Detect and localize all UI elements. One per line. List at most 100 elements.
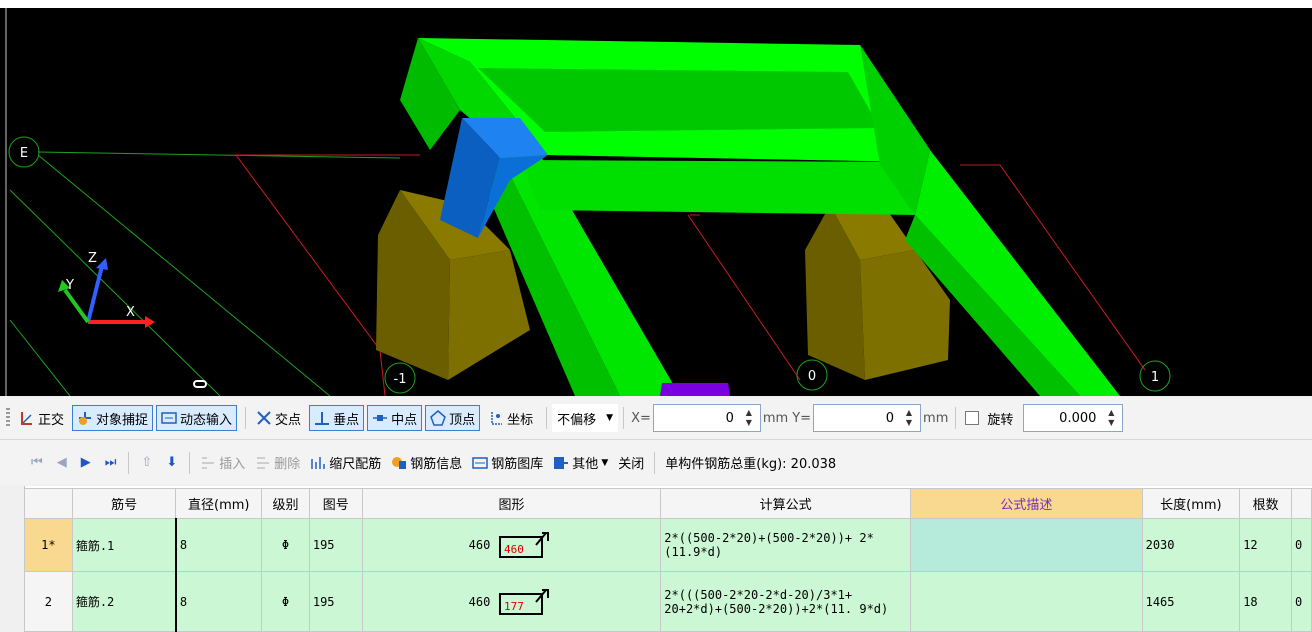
- scale-rebar-button[interactable]: 缩尺配筋: [310, 453, 381, 472]
- length-cell[interactable]: 2030: [1141, 518, 1241, 572]
- midpoint-icon: [372, 410, 388, 426]
- move-down-icon[interactable]: ⬇: [166, 455, 177, 470]
- ortho-label: 正交: [38, 412, 65, 428]
- col-header-length[interactable]: 长度(mm): [1141, 488, 1241, 519]
- extra-cell[interactable]: 0: [1290, 518, 1312, 572]
- y-input-value: 0: [885, 410, 895, 426]
- formula-cell[interactable]: 2*(((500-2*20-2*d-20)/3*1+ 20+2*d)+(500-…: [660, 571, 912, 632]
- rotate-input[interactable]: 0.000 ▲ ▼: [1023, 404, 1124, 432]
- col-header-figure-no[interactable]: 图号: [308, 488, 363, 519]
- y-label: Y=: [792, 410, 812, 426]
- vertex-button[interactable]: 顶点: [425, 405, 481, 431]
- rebar-library-icon: [472, 455, 489, 471]
- shape-cell[interactable]: 460 460: [361, 518, 662, 572]
- ortho-button[interactable]: 正交: [14, 405, 69, 431]
- x-unit: mm: [762, 410, 789, 426]
- 3d-viewport[interactable]: E -1 0 1 X Y Z: [0, 0, 1312, 396]
- rebar-info-icon: [391, 455, 407, 471]
- intersection-label: 交点: [275, 412, 302, 428]
- table-row[interactable]: 2 箍筋.2 8 Φ 195 460 177 2*(((500-2*20-2*d…: [24, 571, 1312, 632]
- svg-text:Z: Z: [88, 251, 97, 266]
- col-header-bar-no[interactable]: 筋号: [71, 488, 177, 519]
- table-row[interactable]: 1* 箍筋.1 8 Φ 195 460 460 2*((500-2*20)+(5…: [24, 518, 1312, 572]
- rebar-library-button[interactable]: 钢筋图库: [472, 453, 543, 472]
- col-header-formula-desc[interactable]: 公式描述: [910, 488, 1143, 519]
- row-number[interactable]: 1*: [24, 518, 73, 572]
- col-header-count[interactable]: 根数: [1239, 488, 1292, 519]
- close-panel-button[interactable]: 关闭: [618, 453, 644, 472]
- diameter-cell[interactable]: 8: [174, 571, 263, 632]
- total-weight-text: 单构件钢筋总重(kg): 20.038: [665, 457, 837, 472]
- col-header-formula[interactable]: 计算公式: [660, 488, 912, 519]
- object-snap-button[interactable]: 对象捕捉: [72, 405, 154, 431]
- rotate-spinner-icon[interactable]: ▲ ▼: [1108, 408, 1114, 428]
- col-header-diameter[interactable]: 直径(mm): [175, 488, 263, 519]
- intersection-icon: [256, 410, 272, 426]
- formula-desc-cell[interactable]: [910, 571, 1143, 632]
- other-menu-button[interactable]: 其他 ▼: [553, 453, 608, 472]
- grade-cell[interactable]: Φ: [261, 571, 310, 632]
- snap-toolbar: 正交 对象捕捉 动态输入 交点 垂点 中点 顶点 坐标 不偏移 ▼ X= 0 ▲…: [0, 397, 1312, 440]
- coordinate-icon: [488, 410, 504, 426]
- midpoint-button[interactable]: 中点: [367, 405, 423, 431]
- stirrup-shape-icon: 177: [499, 588, 550, 615]
- col-header-grade[interactable]: 级别: [261, 488, 310, 519]
- vertex-icon: [430, 410, 446, 426]
- count-cell[interactable]: 12: [1239, 518, 1292, 572]
- figure-no-cell[interactable]: 195: [308, 518, 363, 572]
- bar-name-cell[interactable]: 箍筋.2: [71, 571, 177, 632]
- y-spinner-icon[interactable]: ▲ ▼: [906, 408, 912, 428]
- offset-select[interactable]: 不偏移 ▼: [552, 404, 619, 432]
- rebar-panel-toolbar: ⏮ ◀ ▶ ⏭ ⇧ ⬇ 插入 删除 缩尺配筋 钢筋信息 钢筋图库 其他 ▼ 关闭…: [0, 440, 1312, 485]
- object-snap-label: 对象捕捉: [96, 412, 149, 428]
- diameter-cell[interactable]: 8: [174, 518, 263, 572]
- delete-button[interactable]: 删除: [255, 453, 300, 472]
- midpoint-label: 中点: [391, 412, 418, 428]
- toolbar-grip[interactable]: [6, 408, 10, 428]
- count-cell[interactable]: 18: [1239, 571, 1292, 632]
- col-header-rownum: [24, 488, 73, 519]
- insert-label: 插入: [219, 457, 246, 472]
- dropdown-arrow-icon: ▼: [601, 457, 609, 468]
- coordinate-button[interactable]: 坐标: [483, 405, 538, 431]
- last-record-icon[interactable]: ⏭: [105, 455, 117, 470]
- perpendicular-button[interactable]: 垂点: [309, 405, 365, 431]
- svg-text:0: 0: [808, 369, 816, 384]
- rebar-info-button[interactable]: 钢筋信息: [391, 453, 462, 472]
- delete-label: 删除: [274, 457, 301, 472]
- next-record-icon[interactable]: ▶: [81, 455, 91, 470]
- insert-button[interactable]: 插入: [200, 453, 245, 472]
- shape-cell[interactable]: 460 177: [361, 571, 662, 632]
- extra-cell[interactable]: 0: [1290, 571, 1312, 632]
- x-input[interactable]: 0 ▲ ▼: [652, 404, 761, 432]
- chevron-down-icon: ▼: [606, 413, 614, 423]
- scene-canvas[interactable]: E -1 0 1 X Y Z: [0, 0, 1312, 396]
- formula-desc-cell[interactable]: [910, 518, 1143, 572]
- y-input[interactable]: 0 ▲ ▼: [813, 404, 922, 432]
- grade-cell[interactable]: Φ: [261, 518, 310, 572]
- col-header-extra[interactable]: [1290, 488, 1312, 519]
- move-up-icon[interactable]: ⇧: [141, 455, 152, 470]
- length-cell[interactable]: 1465: [1141, 571, 1241, 632]
- col-header-shape[interactable]: 图形: [361, 488, 662, 519]
- rotate-checkbox[interactable]: [965, 411, 980, 425]
- dynamic-input-label: 动态输入: [180, 412, 233, 428]
- first-record-icon[interactable]: ⏮: [31, 455, 43, 470]
- svg-text:177: 177: [504, 600, 524, 613]
- dynamic-input-button[interactable]: 动态输入: [156, 405, 238, 431]
- shape-width: 460: [468, 594, 491, 609]
- intersection-button[interactable]: 交点: [251, 405, 306, 431]
- x-label: X=: [631, 410, 651, 426]
- table-header-row: 筋号 直径(mm) 级别 图号 图形 计算公式 公式描述 长度(mm) 根数: [24, 488, 1312, 519]
- formula-cell[interactable]: 2*((500-2*20)+(500-2*20))+ 2*(11.9*d): [660, 518, 912, 572]
- other-menu-label: 其他: [572, 457, 599, 472]
- prev-record-icon[interactable]: ◀: [57, 455, 67, 470]
- bar-name-cell[interactable]: 箍筋.1: [71, 518, 177, 572]
- x-spinner-icon[interactable]: ▲ ▼: [746, 408, 752, 428]
- row-number[interactable]: 2: [24, 571, 73, 632]
- y-unit: mm: [923, 410, 949, 426]
- scale-rebar-label: 缩尺配筋: [329, 457, 382, 472]
- close-panel-label: 关闭: [618, 457, 645, 472]
- figure-no-cell[interactable]: 195: [308, 571, 363, 632]
- svg-text:1: 1: [1151, 370, 1159, 385]
